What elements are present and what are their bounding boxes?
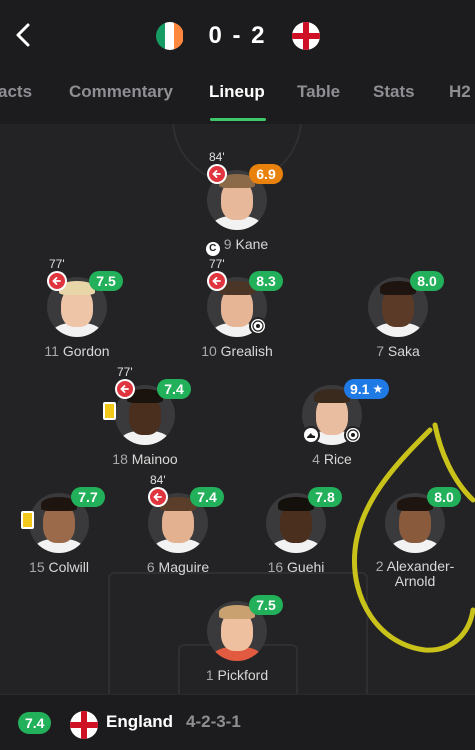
player-name: 11 Gordon <box>44 343 110 359</box>
player-name: 18 Mainoo <box>112 451 178 467</box>
ireland-flag-icon[interactable] <box>155 22 184 50</box>
player-rating: 9.1 ★ <box>344 379 390 399</box>
tab-stats[interactable]: Stats <box>373 82 415 102</box>
player-rating: 7.5 <box>249 595 283 615</box>
player-card-kane[interactable]: 84' 6.9 C9 Kane <box>172 150 302 260</box>
sub-minute: 84' <box>209 150 225 164</box>
yellow-card-icon <box>21 511 34 529</box>
england-flag-icon <box>70 711 98 739</box>
assist-boot-icon <box>302 426 320 444</box>
tab-h2h[interactable]: H2 <box>449 82 471 102</box>
player-rating: 7.8 <box>308 487 342 507</box>
player-card-pickford[interactable]: 7.5 1 Pickford <box>172 581 302 691</box>
sub-minute: 77' <box>117 365 133 379</box>
player-rating: 6.9 <box>249 164 283 184</box>
match-score: 0 - 2 <box>208 22 267 49</box>
team-summary-bar[interactable]: 7.4 England 4-2-3-1 <box>0 694 475 750</box>
substitution-icon <box>115 379 135 399</box>
sub-minute: 77' <box>49 257 65 271</box>
substitution-icon <box>207 271 227 291</box>
player-name: 1 Pickford <box>205 667 269 683</box>
scoreline: 0 - 2 <box>0 20 475 52</box>
player-name: 10 Grealish <box>201 343 273 359</box>
substitution-icon <box>47 271 67 291</box>
player-rating: 8.3 <box>249 271 283 291</box>
player-rating: 7.4 <box>157 379 191 399</box>
tab-table[interactable]: Table <box>297 82 340 102</box>
substitution-icon <box>207 164 227 184</box>
player-card-saka[interactable]: 8.0 7 Saka <box>333 257 463 367</box>
star-icon: ★ <box>372 382 384 396</box>
team-rating-badge: 7.4 <box>18 712 52 734</box>
tab-commentary[interactable]: Commentary <box>69 82 173 102</box>
sub-minute: 77' <box>209 257 225 271</box>
england-flag-icon[interactable] <box>291 22 320 50</box>
player-rating: 8.0 <box>410 271 444 291</box>
sub-minute: 84' <box>150 473 166 487</box>
tab-lineup[interactable]: Lineup <box>209 82 265 102</box>
yellow-card-icon <box>103 402 116 420</box>
active-tab-indicator <box>210 118 266 121</box>
substitution-icon <box>148 487 168 507</box>
match-header: 0 - 2 <box>0 0 475 70</box>
player-card-mainoo[interactable]: 77' 7.4 18 Mainoo <box>80 365 210 475</box>
hand-drawn-circle-annotation <box>351 422 475 653</box>
player-card-grealish[interactable]: 77' 8.3 10 Grealish <box>172 257 302 367</box>
match-tabs: acts Commentary Lineup Table Stats H2 <box>0 70 475 124</box>
player-rating: 7.4 <box>190 487 224 507</box>
player-card-gordon[interactable]: 77' 7.5 11 Gordon <box>12 257 142 367</box>
team-name: England <box>106 712 174 731</box>
player-name: C9 Kane <box>162 236 312 256</box>
player-rating: 7.7 <box>71 487 105 507</box>
player-name: 7 Saka <box>376 343 420 359</box>
tab-facts[interactable]: acts <box>0 82 32 102</box>
captain-icon: C <box>205 241 220 256</box>
formation: 4-2-3-1 <box>186 712 241 731</box>
player-rating: 7.5 <box>89 271 123 291</box>
goal-ball-icon <box>249 317 267 335</box>
